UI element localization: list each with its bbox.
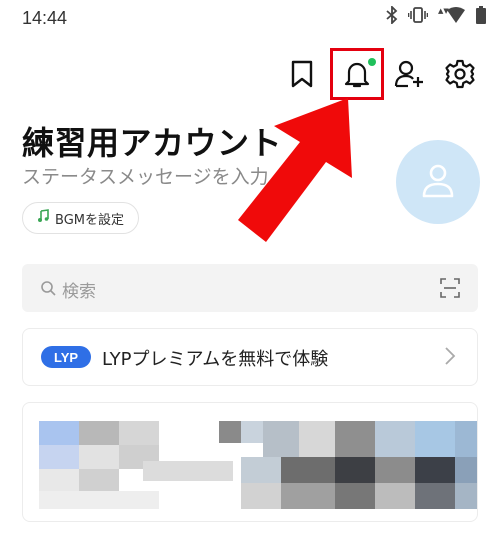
person-icon (418, 160, 458, 204)
blurred-block (335, 421, 375, 457)
battery-icon (476, 6, 486, 28)
status-time: 14:44 (22, 8, 68, 28)
blurred-block (415, 457, 455, 483)
blurred-block (39, 491, 159, 509)
blurred-block (375, 421, 415, 457)
blurred-block (79, 421, 119, 445)
bgm-button[interactable]: BGMを設定 (22, 202, 139, 234)
add-friend-button[interactable] (390, 56, 430, 96)
gear-icon (445, 59, 475, 93)
blurred-block (415, 421, 455, 457)
add-friend-icon (394, 59, 426, 93)
blurred-block (375, 457, 415, 483)
bell-icon (344, 59, 370, 93)
avatar[interactable] (396, 140, 480, 224)
blurred-block (241, 457, 281, 483)
blurred-block (263, 421, 299, 457)
blurred-block (79, 445, 119, 469)
music-note-icon (37, 209, 49, 227)
annotation-arrow (238, 98, 352, 242)
blurred-block (281, 457, 335, 483)
blurred-block (219, 421, 241, 443)
chevron-right-icon (444, 346, 456, 370)
lyp-badge: LYP (41, 346, 91, 368)
notification-dot (368, 58, 376, 66)
friends-list-card[interactable] (22, 402, 478, 522)
blurred-block (241, 483, 281, 509)
blurred-block (335, 457, 375, 483)
search-icon (40, 280, 56, 300)
blurred-block (375, 483, 415, 509)
bgm-label: BGMを設定 (55, 212, 124, 228)
status-icons: ▲▼ (386, 4, 486, 28)
blurred-block (119, 421, 159, 445)
blurred-block (455, 483, 477, 509)
bluetooth-icon (386, 4, 398, 28)
blurred-block (299, 421, 335, 457)
qr-scan-icon[interactable] (440, 278, 460, 302)
premium-text: LYPプレミアムを無料で体験 (102, 349, 329, 370)
vibrate-icon (407, 7, 429, 27)
blurred-block (79, 469, 119, 491)
blurred-block (281, 483, 335, 509)
blurred-block (455, 421, 477, 457)
blurred-block (241, 421, 263, 443)
search-input[interactable]: 検索 (62, 277, 96, 302)
bookmark-icon (290, 60, 314, 92)
blurred-block (39, 421, 79, 445)
blurred-block (143, 461, 233, 481)
blurred-block (39, 469, 79, 491)
bookmark-button[interactable] (282, 56, 322, 96)
blurred-block (335, 483, 375, 509)
blurred-block (415, 483, 455, 509)
settings-button[interactable] (440, 56, 480, 96)
svg-text:▲▼: ▲▼ (438, 7, 449, 15)
wifi-icon: ▲▼ (438, 6, 466, 28)
blurred-block (455, 457, 477, 483)
blurred-block (39, 445, 79, 469)
